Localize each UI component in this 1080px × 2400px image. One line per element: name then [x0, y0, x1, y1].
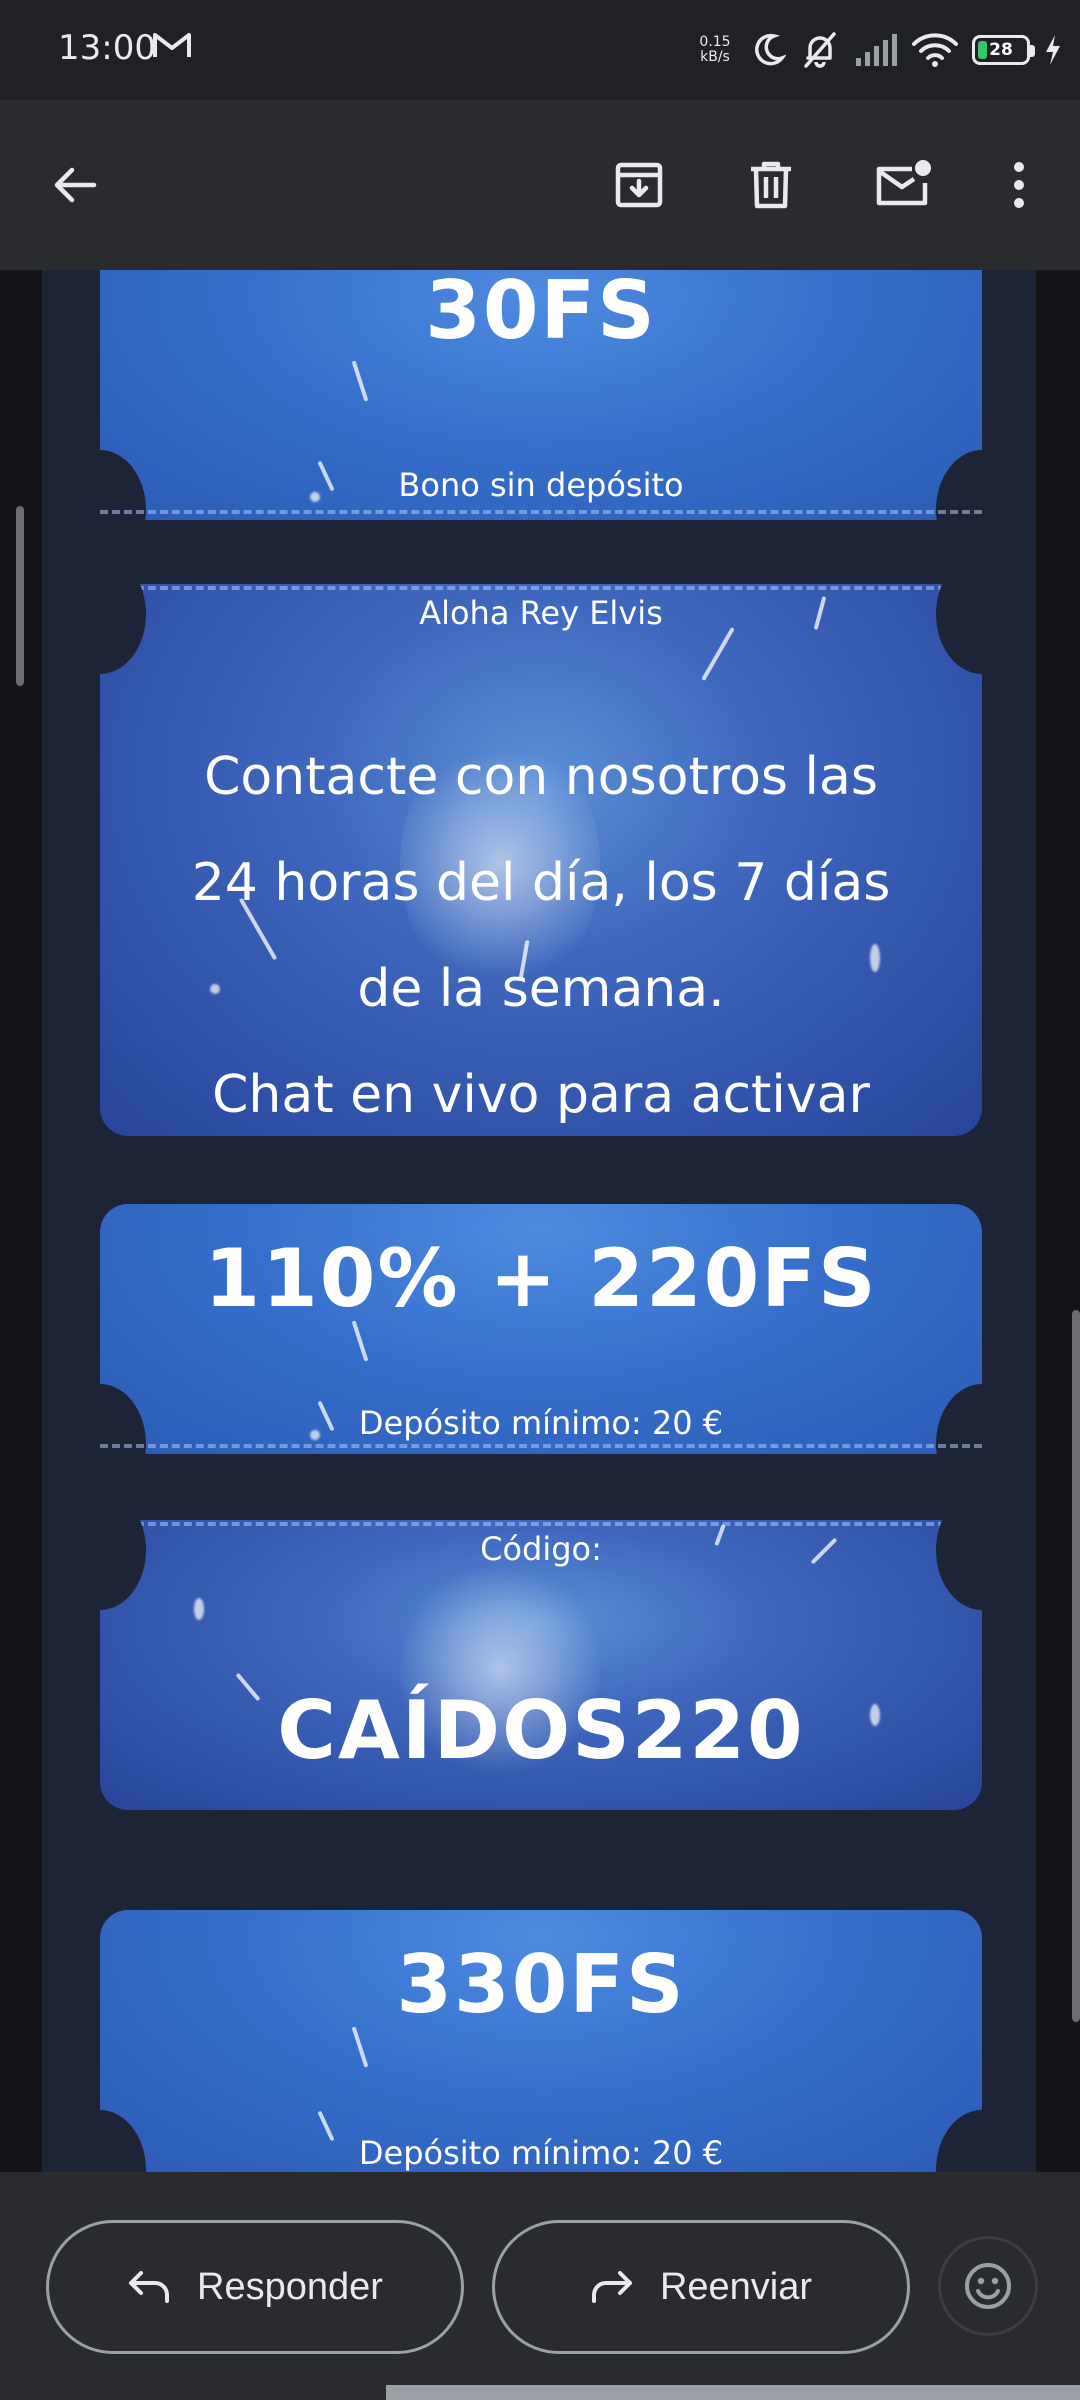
offer-headline: 110% + 220FS — [204, 1232, 878, 1325]
email-toolbar — [0, 100, 1080, 270]
offer-subtitle: Depósito mínimo: 20 € — [358, 2134, 724, 2172]
net-speed-unit: kB/s — [700, 49, 730, 65]
offer-headline: 330FS — [396, 1938, 686, 2031]
offer-subtitle: Depósito mínimo: 20 € — [358, 1404, 724, 1442]
emoji-reaction-button[interactable] — [938, 2236, 1038, 2336]
sparkle — [701, 627, 735, 681]
sparkle — [351, 2026, 369, 2068]
ticket-code: Código: CAÍDOS220 — [100, 1520, 982, 1810]
gmail-icon — [153, 33, 191, 57]
contact-line-2: 24 horas del día, los 7 días — [191, 853, 891, 913]
charging-icon — [1046, 35, 1060, 65]
bell-off-icon — [804, 32, 836, 68]
email-body[interactable]: 30FS Bono sin depósito Aloha Rey Elvis C… — [0, 270, 1080, 2172]
ticket-330fs: 330FS Depósito mínimo: 20 € — [100, 1910, 982, 2172]
promo-code: CAÍDOS220 — [277, 1684, 805, 1777]
status-icons: 0.15 kB/s 28 — [694, 24, 1062, 76]
back-button[interactable] — [30, 140, 120, 230]
scrollbar-thumb-right[interactable] — [1072, 1310, 1080, 2022]
sparkle — [351, 360, 369, 402]
emoji-icon — [965, 2263, 1011, 2309]
contact-line-1: Contacte con nosotros las — [204, 747, 878, 807]
home-indicator[interactable] — [386, 2385, 1080, 2400]
forward-button[interactable]: Reenviar — [492, 2220, 910, 2354]
ticket-110-220fs: 110% + 220FS Depósito mínimo: 20 € — [100, 1204, 982, 1454]
perforation — [100, 1522, 982, 1526]
greeting-text: Aloha Rey Elvis — [419, 594, 663, 632]
perforation — [100, 586, 982, 590]
scrollbar-thumb-left[interactable] — [16, 506, 24, 686]
signal-icon — [856, 34, 897, 66]
mark-unread-button[interactable] — [858, 140, 948, 230]
contact-line-3: de la semana. — [357, 959, 725, 1019]
reply-label: Responder — [197, 2265, 383, 2308]
more-options-button[interactable] — [974, 140, 1064, 230]
status-time: 13:00 — [58, 28, 156, 68]
code-label: Código: — [480, 1530, 602, 1568]
reply-icon — [129, 2271, 170, 2303]
ticket-contact: Aloha Rey Elvis Contacte con nosotros la… — [100, 584, 982, 1136]
promo-frame: 30FS Bono sin depósito Aloha Rey Elvis C… — [42, 270, 1036, 2172]
more-vert-icon — [1014, 162, 1024, 208]
forward-icon — [591, 2271, 632, 2303]
perforation — [100, 1444, 982, 1448]
net-speed: 0.15 kB/s — [694, 35, 736, 65]
battery-cap — [1030, 45, 1035, 57]
offer-headline: 30FS — [425, 270, 657, 357]
ticket-30fs: 30FS Bono sin depósito — [100, 270, 982, 520]
bottom-action-bar: Responder Reenviar — [0, 2172, 1080, 2400]
perforation — [100, 510, 982, 514]
wifi-icon — [912, 33, 958, 67]
status-bar: 13:00 0.15 kB/s 28 — [0, 0, 1080, 100]
reply-button[interactable]: Responder — [46, 2220, 464, 2354]
delete-icon — [751, 161, 791, 209]
contact-line-4: Chat en vivo para activar — [212, 1065, 870, 1125]
moon-icon — [755, 33, 786, 66]
mark-unread-icon — [876, 160, 931, 206]
offer-subtitle: Bono sin depósito — [398, 466, 684, 504]
battery-level: 28 — [989, 40, 1013, 60]
sparkle-dot — [194, 1598, 204, 1620]
archive-icon — [615, 162, 663, 208]
delete-button[interactable] — [726, 140, 816, 230]
forward-label: Reenviar — [659, 2265, 813, 2308]
sparkle — [351, 1320, 369, 1362]
archive-button[interactable] — [594, 140, 684, 230]
net-speed-value: 0.15 — [699, 34, 731, 50]
battery-icon: 28 — [972, 35, 1035, 65]
back-arrow-icon — [54, 167, 97, 203]
